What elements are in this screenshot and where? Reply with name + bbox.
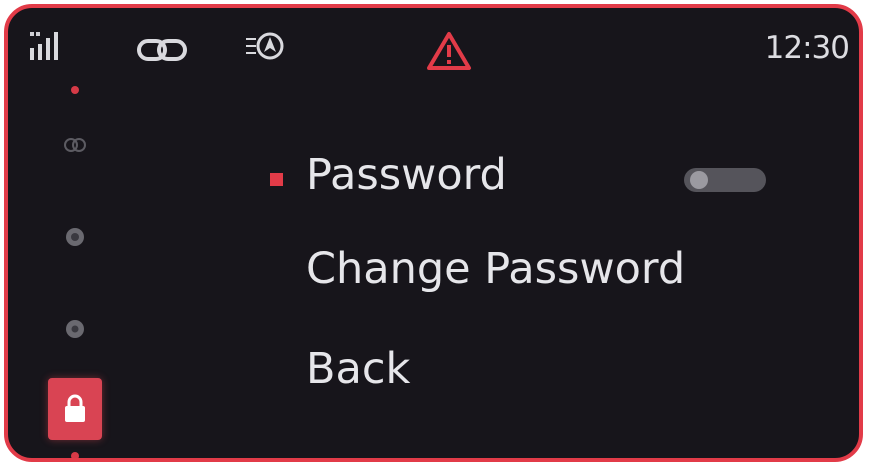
sidebar-item-settings[interactable] — [50, 304, 100, 354]
toggle-knob — [690, 171, 708, 189]
selection-marker — [270, 173, 283, 186]
sidebar — [8, 78, 118, 458]
status-bar: 12:30 — [8, 8, 859, 88]
menu-item-change-password[interactable]: Change Password — [306, 244, 685, 294]
sidebar-item-lock[interactable] — [48, 378, 102, 440]
menu-item-password[interactable]: Password — [306, 150, 507, 200]
phone-icon — [66, 228, 84, 246]
scroll-indicator-top — [71, 86, 79, 94]
warning-icon — [426, 30, 472, 72]
scroll-indicator-bottom — [71, 452, 79, 458]
signal-icon — [28, 28, 78, 62]
media-icon — [64, 138, 86, 152]
clock-time: 12:30 — [764, 30, 850, 66]
sidebar-item-media[interactable] — [50, 120, 100, 170]
lock-icon — [65, 394, 85, 422]
settings-icon — [66, 320, 84, 338]
navigation-icon — [244, 28, 288, 66]
password-toggle[interactable] — [684, 168, 766, 192]
menu-item-back[interactable]: Back — [306, 344, 410, 394]
display-screen: 12:30 Password Change Password Back — [4, 4, 863, 462]
sidebar-item-phone[interactable] — [50, 212, 100, 262]
link-icon — [136, 36, 190, 64]
